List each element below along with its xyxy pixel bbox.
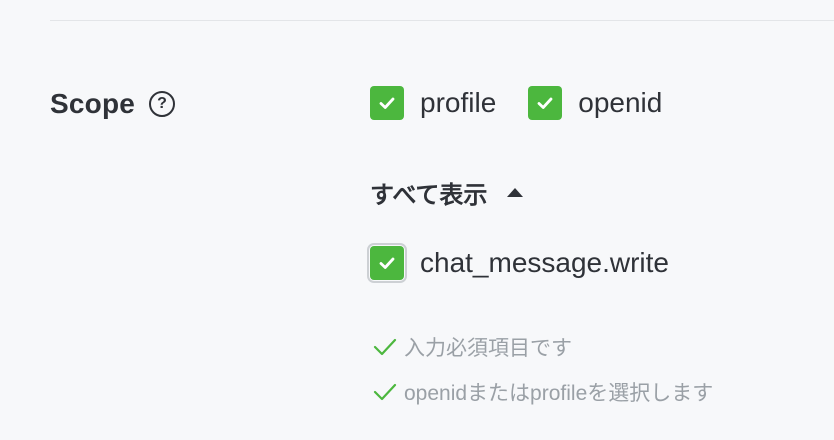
check-icon	[373, 338, 397, 356]
question-circle-icon[interactable]: ?	[149, 91, 176, 117]
validation-required-text: 入力必須項目です	[404, 337, 572, 360]
validation-required: 入力必須項目です	[372, 333, 713, 361]
validation-select-text: openidまたはprofileを選択します	[404, 382, 714, 405]
scope-option-chat-message-write[interactable]: chat_message.write	[367, 243, 670, 283]
scope-primary-options: profile openid	[370, 86, 694, 120]
check-icon	[379, 257, 395, 269]
openid-option-label: openid	[578, 87, 663, 118]
show-all-label: すべて表示	[370, 182, 488, 209]
scope-field-label: Scope ?	[50, 88, 176, 120]
scope-label: Scope	[50, 88, 136, 119]
scope-extra-options: chat_message.write	[367, 243, 701, 283]
show-all-toggle[interactable]: すべて表示	[370, 175, 524, 210]
scope-option-openid[interactable]: openid	[528, 86, 662, 120]
check-icon	[379, 97, 395, 109]
scope-settings-panel: Scope ? profile openid すべて表示 chat_messag…	[0, 0, 834, 440]
chat-message-write-option-label: chat_message.write	[420, 247, 670, 278]
section-divider	[50, 20, 834, 21]
chat-message-write-checkbox[interactable]	[367, 243, 407, 283]
openid-checkbox[interactable]	[528, 86, 563, 120]
profile-option-label: profile	[420, 87, 497, 118]
validation-select-openid-or-profile: openidまたはprofileを選択します	[372, 378, 713, 406]
validation-messages: 入力必須項目です openidまたはprofileを選択します	[372, 333, 713, 423]
scope-option-profile[interactable]: profile	[370, 86, 496, 120]
caret-up-icon	[507, 188, 524, 197]
profile-checkbox[interactable]	[370, 86, 404, 120]
check-icon	[373, 383, 397, 401]
check-icon	[537, 97, 553, 109]
